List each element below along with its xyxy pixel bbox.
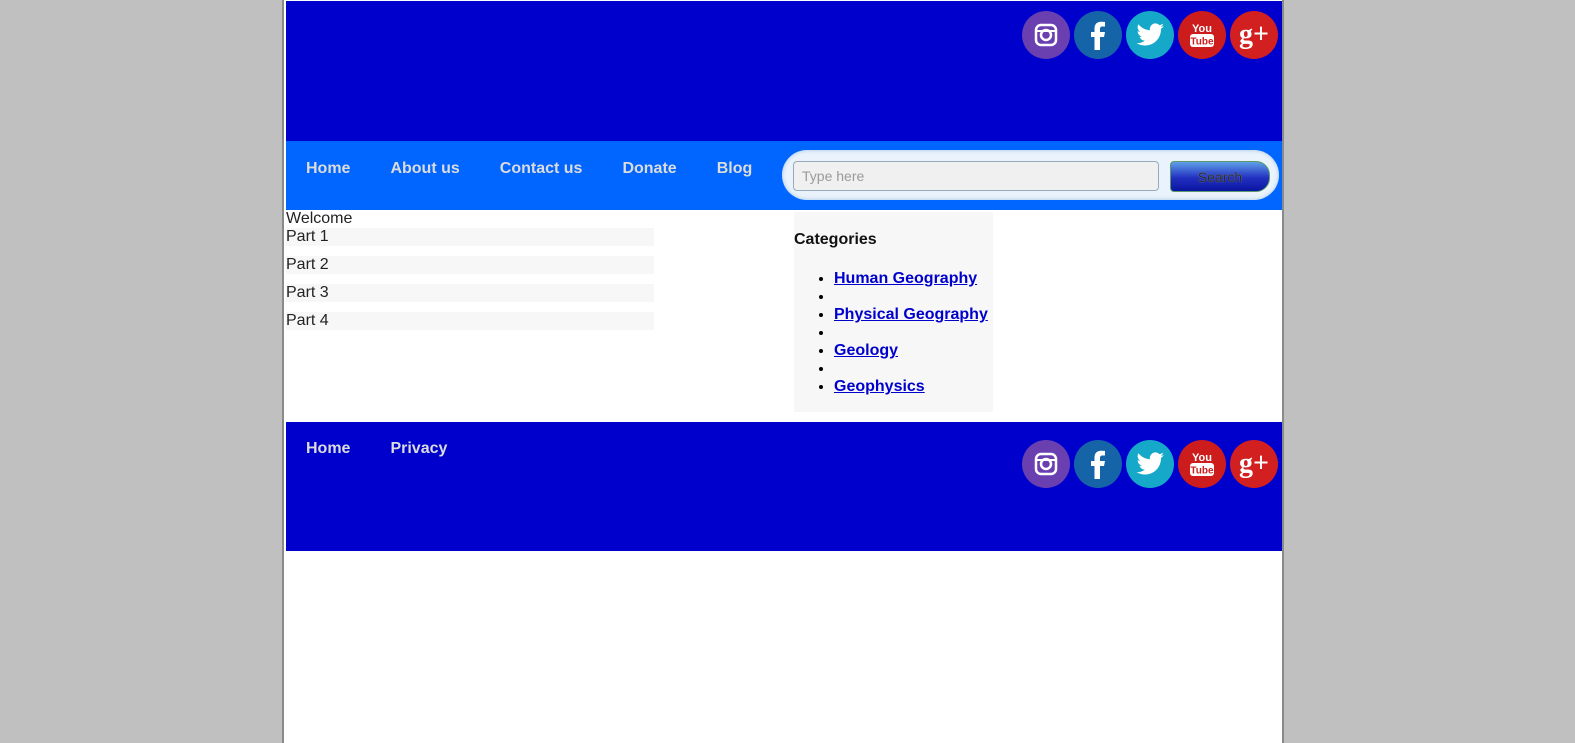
parts-list: Part 1 Part 2 Part 3 Part 4 (286, 228, 654, 340)
category-link-geology[interactable]: Geology (834, 342, 898, 359)
header-banner: You Tube g+ (286, 1, 1282, 141)
search-button[interactable]: Search (1170, 161, 1270, 192)
instagram-icon[interactable] (1022, 11, 1070, 59)
category-item: Geology (834, 342, 988, 360)
twitter-icon[interactable] (1126, 440, 1174, 488)
google-plus-icon[interactable]: g+ (1230, 440, 1278, 488)
page-container: You Tube g+ Home About us Contact us Dona… (282, 0, 1284, 743)
search-input[interactable] (793, 161, 1159, 191)
category-item-empty (834, 324, 988, 342)
nav-donate[interactable]: Donate (602, 160, 696, 178)
google-plus-label: g+ (1239, 448, 1269, 479)
footer-social-icons: You Tube g+ (1022, 440, 1278, 488)
twitter-icon[interactable] (1126, 11, 1174, 59)
facebook-icon[interactable] (1074, 11, 1122, 59)
nav-blog[interactable]: Blog (697, 160, 773, 178)
footer-link-privacy[interactable]: Privacy (370, 440, 467, 458)
part-1: Part 1 (286, 228, 654, 246)
category-item: Geophysics (834, 378, 988, 396)
footer-link-home[interactable]: Home (286, 440, 370, 458)
youtube-label-top: You (1192, 452, 1212, 464)
youtube-label-bottom: Tube (1190, 37, 1214, 48)
footer: Home Privacy You Tube g+ (286, 422, 1282, 551)
main-nav: Home About us Contact us Donate Blog (286, 141, 772, 197)
category-link-human-geography[interactable]: Human Geography (834, 270, 977, 287)
instagram-icon[interactable] (1022, 440, 1070, 488)
part-4: Part 4 (286, 312, 654, 330)
categories-title: Categories (794, 231, 877, 248)
youtube-icon[interactable]: You Tube (1178, 11, 1226, 59)
category-item: Human Geography (834, 270, 988, 288)
nav-contact-us[interactable]: Contact us (480, 160, 603, 178)
youtube-label-bottom: Tube (1190, 466, 1214, 477)
category-link-physical-geography[interactable]: Physical Geography (834, 306, 988, 323)
nav-home[interactable]: Home (286, 160, 370, 178)
header-social-icons: You Tube g+ (1022, 11, 1278, 59)
welcome-heading: Welcome (286, 210, 353, 227)
search-box: Search (782, 150, 1279, 200)
footer-nav: Home Privacy (286, 440, 467, 458)
youtube-label-top: You (1192, 23, 1212, 35)
category-item-empty (834, 288, 988, 306)
category-item-empty (834, 360, 988, 378)
facebook-icon[interactable] (1074, 440, 1122, 488)
category-link-geophysics[interactable]: Geophysics (834, 378, 925, 395)
navigation-bar: Home About us Contact us Donate Blog Sea… (286, 141, 1282, 210)
categories-list: Human Geography Physical Geography Geolo… (794, 270, 988, 396)
main-content: Welcome Part 1 Part 2 Part 3 Part 4 Cate… (286, 210, 1282, 422)
part-2: Part 2 (286, 256, 654, 274)
youtube-icon[interactable]: You Tube (1178, 440, 1226, 488)
part-3: Part 3 (286, 284, 654, 302)
google-plus-label: g+ (1239, 19, 1269, 50)
categories-sidebar: Categories Human Geography Physical Geog… (794, 212, 993, 412)
nav-about-us[interactable]: About us (370, 160, 479, 178)
category-item: Physical Geography (834, 306, 988, 324)
google-plus-icon[interactable]: g+ (1230, 11, 1278, 59)
